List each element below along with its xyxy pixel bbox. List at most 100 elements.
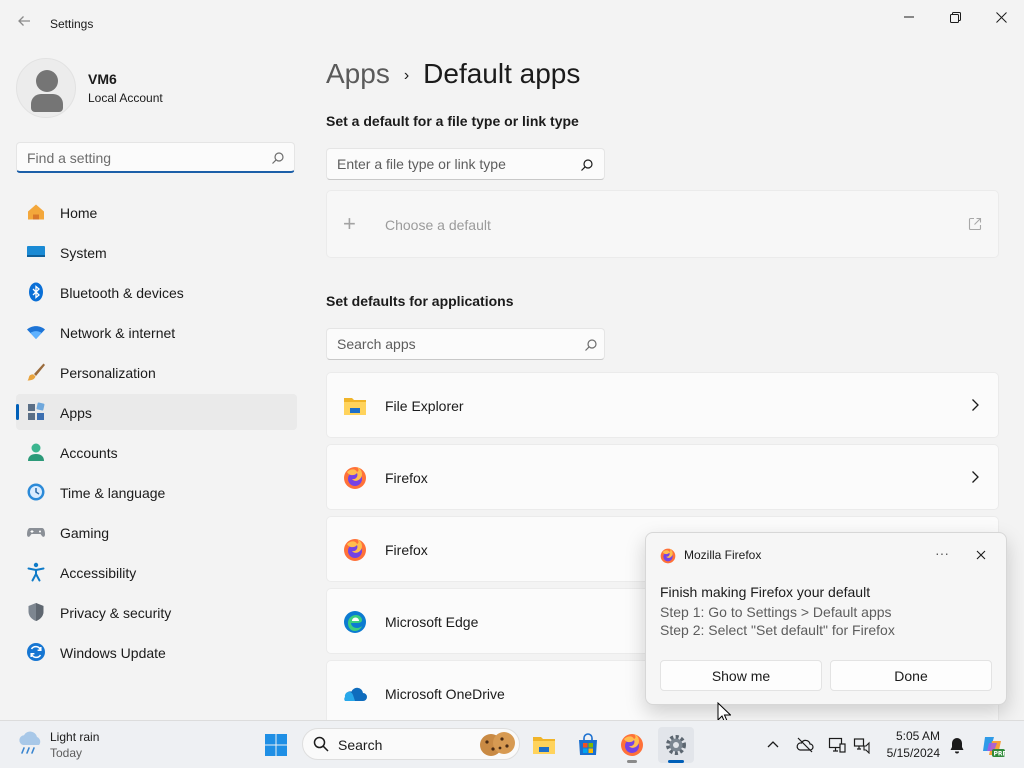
app-name: Firefox [385,470,428,486]
time-language-icon [27,483,45,501]
notification-app-name: Mozilla Firefox [684,548,762,562]
restore-button[interactable] [932,6,978,28]
avatar [16,58,76,118]
sidebar-item-label: System [60,245,107,261]
svg-text:PRE: PRE [994,751,1007,758]
rain-cloud-icon[interactable] [17,730,45,758]
sidebar-item-accessibility[interactable]: Accessibility [16,554,297,590]
file-type-search-box [326,148,605,180]
start-button[interactable] [258,727,294,763]
chevron-right-icon [972,471,979,483]
back-button[interactable] [14,14,34,34]
close-button[interactable] [978,6,1024,28]
page-title: Default apps [423,58,581,89]
open-external-icon [968,217,982,231]
restore-icon [949,11,961,23]
firefox-icon [621,734,643,756]
search-apps-box [326,328,605,360]
taskbar-search-label: Search [338,737,383,753]
sidebar-item-home[interactable]: Home [16,194,297,230]
sidebar-item-privacy-security[interactable]: Privacy & security [16,594,297,630]
sidebar-item-label: Personalization [60,365,156,381]
windows-update-icon [27,643,45,661]
sidebar-item-accounts[interactable]: Accounts [16,434,297,470]
find-setting-input[interactable] [27,149,262,167]
apps-icon [28,402,45,420]
weather-day[interactable]: Today [50,746,82,760]
system-icon [27,246,45,257]
profile-name: VM6 [88,71,117,87]
clock-date[interactable]: 5/15/2024 [880,746,940,760]
choose-default-label: Choose a default [385,217,491,233]
copilot-icon[interactable]: PRE [980,733,1006,759]
more-options-button[interactable]: ··· [931,543,953,565]
taskbar-file-explorer[interactable] [526,727,562,763]
app-row-file-explorer[interactable]: File Explorer [326,372,999,438]
app-name: File Explorer [385,398,464,414]
accessibility-icon [27,562,45,582]
home-icon [28,204,44,220]
chevron-up-icon[interactable] [764,736,782,754]
sidebar-item-label: Gaming [60,525,110,541]
bluetooth-icon [29,282,43,302]
onedrive-offline-icon[interactable] [796,736,814,754]
taskbar-search[interactable]: Search [302,728,520,760]
onedrive-icon [344,687,367,701]
breadcrumb-separator: › [403,66,410,84]
clock-time[interactable]: 5:05 AM [888,729,940,743]
cookies-icon [480,732,515,756]
search-icon[interactable] [580,158,594,172]
profile-card[interactable]: VM6 Local Account [16,58,296,118]
taskbar-store[interactable] [570,727,606,763]
weather-condition[interactable]: Light rain [50,730,99,744]
breadcrumb-parent[interactable]: Apps [326,58,390,89]
sidebar-item-bluetooth[interactable]: Bluetooth & devices [16,274,297,310]
search-icon[interactable] [584,338,598,352]
search-icon[interactable] [271,151,285,165]
sidebar-item-label: Time & language [60,485,166,501]
accounts-icon [28,443,44,461]
sidebar-item-label: Bluetooth & devices [60,285,184,301]
file-explorer-icon [533,737,555,754]
gaming-icon [27,528,45,537]
close-icon [995,11,1007,23]
search-apps-input[interactable] [337,335,567,353]
taskbar-settings[interactable] [658,727,694,763]
sidebar-nav: Home System Bluetooth & devices Network … [16,194,297,674]
window-title: Settings [50,17,94,31]
back-arrow-icon [18,16,30,26]
close-icon[interactable] [971,545,991,565]
shield-icon [28,603,44,621]
file-type-input[interactable] [337,155,567,173]
app-name: Microsoft Edge [385,614,479,630]
sidebar-item-gaming[interactable]: Gaming [16,514,297,550]
sidebar-item-system[interactable]: System [16,234,297,270]
app-row-firefox[interactable]: Firefox [326,444,999,510]
minimize-button[interactable] [886,6,932,28]
choose-default-card[interactable]: + Choose a default [326,190,999,258]
sidebar-item-label: Windows Update [60,645,166,661]
sidebar-item-label: Apps [60,405,92,421]
find-setting-box [16,142,295,173]
sidebar-item-windows-update[interactable]: Windows Update [16,634,297,670]
store-icon [579,733,597,755]
sidebar-item-time-language[interactable]: Time & language [16,474,297,510]
show-me-button[interactable]: Show me [660,660,822,691]
plus-icon: + [343,211,356,236]
brush-icon [27,363,45,381]
taskbar-firefox[interactable] [614,727,650,763]
done-button[interactable]: Done [830,660,992,691]
sidebar-item-apps[interactable]: Apps [16,394,297,430]
sidebar-item-personalization[interactable]: Personalization [16,354,297,390]
display-icon[interactable] [828,736,846,754]
network-volume-icon[interactable] [853,736,871,754]
sidebar-item-label: Network & internet [60,325,176,341]
chevron-right-icon [972,399,979,411]
wifi-icon [27,326,45,339]
firefox-icon [344,467,366,489]
title-bar: Settings [0,0,1024,48]
notification-step-1: Step 1: Go to Settings > Default apps [660,604,892,620]
edge-icon [344,611,366,633]
sidebar-item-network[interactable]: Network & internet [16,314,297,350]
notification-bell-icon[interactable] [948,736,966,754]
